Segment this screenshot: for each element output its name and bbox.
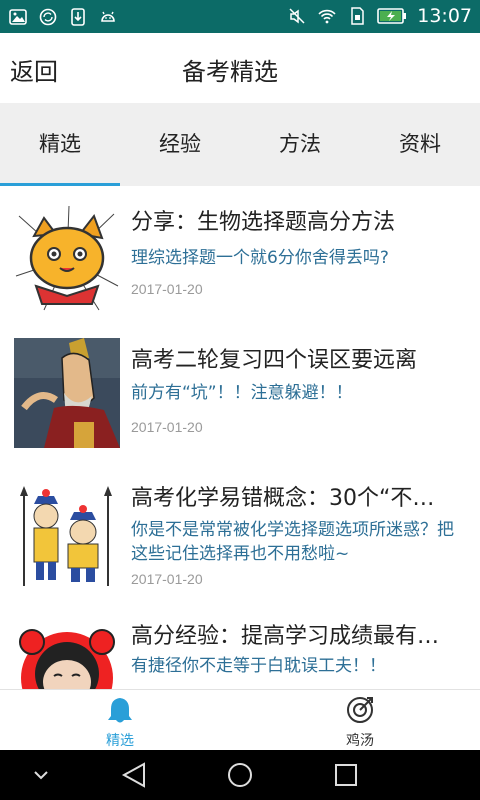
download-icon (71, 8, 85, 26)
status-bar-left (8, 7, 118, 27)
tab-bar: 精选 经验 方法 资料 (0, 103, 480, 186)
list-item[interactable]: 高考二轮复习四个误区要远离 前方有“坑”！！注意躲避！！ 2017-01-20 (0, 332, 480, 470)
nav-label: 精选 (106, 733, 134, 749)
tab-experience[interactable]: 经验 (120, 103, 240, 186)
cartoon-guards-icon (14, 482, 120, 588)
article-date: 2017-01-20 (131, 281, 203, 297)
list-item[interactable]: 高考化学易错概念：30个“不… 你是不是常常被化学选择题选项所迷惑？把这些记住选… (0, 470, 480, 594)
status-time: 13:07 (417, 5, 472, 27)
article-summary: 有捷径你不走等于白耽误工夫！！ (131, 656, 386, 676)
article-summary: 前方有“坑”！！注意躲避！！ (131, 383, 353, 403)
article-title: 分享：生物选择题高分方法 (131, 210, 396, 235)
tab-featured[interactable]: 精选 (0, 103, 120, 186)
status-bar-right: 13:07 (287, 4, 472, 28)
back-triangle-icon[interactable] (104, 750, 164, 800)
cartoon-face-icon (14, 618, 120, 689)
image-icon (9, 9, 27, 25)
android-icon (101, 11, 115, 22)
app-header: 返回 备考精选 (0, 33, 480, 103)
tab-materials[interactable]: 资料 (360, 103, 480, 186)
recents-square-icon[interactable] (316, 750, 376, 800)
list-item[interactable]: 高分经验：提高学习成绩最有… 有捷径你不走等于白耽误工夫！！ (0, 608, 480, 689)
sync-icon (39, 8, 57, 26)
list-item[interactable]: 分享：生物选择题高分方法 理综选择题一个就6分你舍得丢吗? 2017-01-20 (0, 194, 480, 332)
system-nav-bar (0, 750, 480, 800)
bell-icon (108, 698, 132, 723)
article-list[interactable]: 分享：生物选择题高分方法 理综选择题一个就6分你舍得丢吗? 2017-01-20… (0, 186, 480, 689)
bottom-nav: 精选 鸡汤 (0, 689, 480, 750)
nav-inspiration[interactable]: 鸡汤 (240, 690, 480, 750)
cartoon-cat-icon (14, 206, 120, 312)
vibrate-off-icon (289, 8, 305, 24)
nav-featured[interactable]: 精选 (0, 690, 240, 750)
article-date: 2017-01-20 (131, 419, 203, 435)
chevron-down-icon[interactable] (12, 750, 72, 800)
article-summary: 理综选择题一个就6分你舍得丢吗? (131, 248, 389, 268)
target-icon (347, 697, 373, 723)
page-title: 备考精选 (182, 58, 278, 86)
article-title: 高考二轮复习四个误区要远离 (131, 348, 418, 373)
nav-label: 鸡汤 (346, 733, 374, 749)
article-summary: 你是不是常常被化学选择题选项所迷惑？把这些记住选择再也不用愁啦~ (131, 520, 454, 564)
article-title: 高分经验：提高学习成绩最有… (131, 624, 440, 649)
tab-methods[interactable]: 方法 (240, 103, 360, 186)
home-circle-icon[interactable] (210, 750, 270, 800)
article-title: 高考化学易错概念：30个“不… (131, 486, 435, 511)
wifi-icon (318, 9, 336, 24)
sim-icon (351, 7, 364, 25)
article-date: 2017-01-20 (131, 571, 203, 587)
cartoon-man-icon (14, 338, 120, 448)
battery-charging-icon (377, 8, 407, 24)
status-bar: 13:07 (0, 0, 480, 33)
